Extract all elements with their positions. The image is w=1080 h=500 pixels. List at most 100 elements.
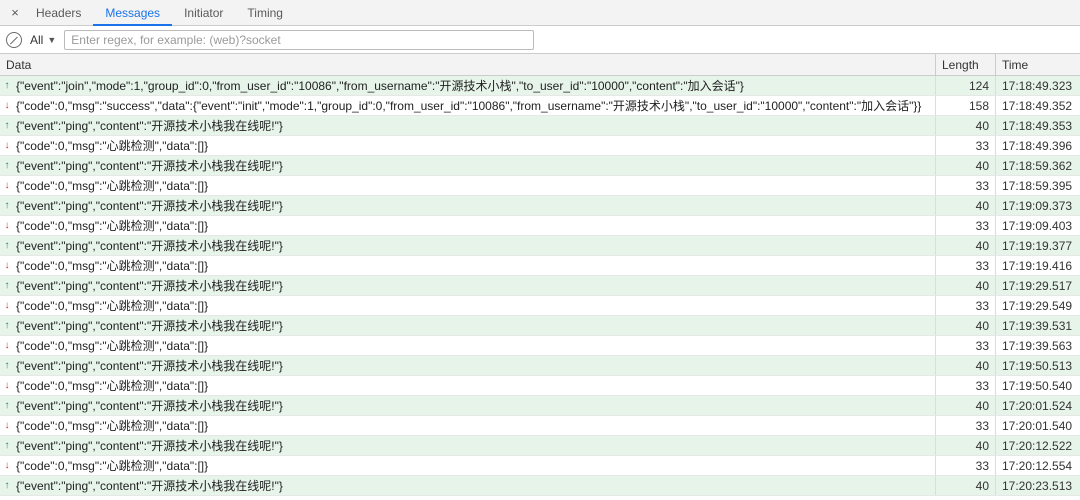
table-row[interactable]: ↑ {"event":"ping","content":"开源技术小栈我在线呢!"… [0, 116, 1080, 136]
table-row[interactable]: ↑{"event":"ping","content":"开源技术小栈我在线呢!"… [0, 316, 1080, 336]
table-row[interactable]: ↑{"event":"ping","content":"开源技术小栈我在线呢!"… [0, 476, 1080, 496]
message-text: {"event":"join","mode":1,"group_id":0,"f… [16, 77, 744, 94]
arrow-up-icon: ↑ [2, 81, 12, 91]
message-time-cell: 17:19:29.549 [996, 296, 1080, 315]
arrow-up-icon: ↑ [2, 361, 12, 371]
message-time-cell: 17:20:01.540 [996, 416, 1080, 435]
table-header: Data Length Time [0, 54, 1080, 76]
message-length-cell: 40 [936, 156, 996, 175]
table-row[interactable]: ↑ {"event":"join","mode":1,"group_id":0,"… [0, 76, 1080, 96]
message-time-cell: 17:19:09.373 [996, 196, 1080, 215]
message-text: {"event":"ping","content":"开源技术小栈我在线呢!"} [16, 237, 283, 254]
arrow-up-icon: ↑ [2, 241, 12, 251]
message-data-cell: ↑{"event":"ping","content":"开源技术小栈我在线呢!"… [0, 196, 936, 215]
column-length[interactable]: Length [936, 54, 996, 75]
arrow-up-icon: ↑ [2, 121, 12, 131]
message-data-cell: ↓ {"code":0,"msg":"心跳检测","data":[]} [0, 376, 936, 395]
arrow-down-icon: ↓ [2, 301, 12, 311]
message-data-cell: ↑ {"event":"ping","content":"开源技术小栈我在线呢!"… [0, 236, 936, 255]
close-icon[interactable]: × [6, 5, 24, 20]
tab-initiator[interactable]: Initiator [172, 0, 235, 26]
message-time-cell: 17:19:50.540 [996, 376, 1080, 395]
tab-timing[interactable]: Timing [235, 0, 295, 26]
message-length-cell: 40 [936, 356, 996, 375]
table-row[interactable]: ↑{"event":"ping","content":"开源技术小栈我在线呢!"… [0, 396, 1080, 416]
message-text: {"event":"ping","content":"开源技术小栈我在线呢!"} [16, 397, 283, 414]
message-text: {"event":"ping","content":"开源技术小栈我在线呢!"} [16, 277, 283, 294]
column-data[interactable]: Data [0, 54, 936, 75]
message-data-cell: ↓{"code":0,"msg":"心跳检测","data":[]} [0, 416, 936, 435]
message-length-cell: 158 [936, 96, 996, 115]
arrow-down-icon: ↓ [2, 381, 12, 391]
message-length-cell: 33 [936, 416, 996, 435]
table-row[interactable]: ↓{"code":0,"msg":"心跳检测","data":[]}3317:1… [0, 256, 1080, 276]
message-text: {"code":0,"msg":"心跳检测","data":[]} [16, 257, 208, 274]
message-time-cell: 17:20:23.513 [996, 476, 1080, 495]
message-time-cell: 17:19:29.517 [996, 276, 1080, 295]
message-text: {"event":"ping","content":"开源技术小栈我在线呢!"} [16, 117, 283, 134]
message-length-cell: 33 [936, 136, 996, 155]
table-row[interactable]: ↓{"code":0,"msg":"心跳检测","data":[]}3317:1… [0, 176, 1080, 196]
column-time[interactable]: Time [996, 54, 1080, 75]
message-length-cell: 33 [936, 336, 996, 355]
arrow-up-icon: ↑ [2, 161, 12, 171]
message-length-cell: 33 [936, 216, 996, 235]
arrow-up-icon: ↑ [2, 441, 12, 451]
messages-table-body[interactable]: ↑ {"event":"join","mode":1,"group_id":0,"… [0, 76, 1080, 500]
table-row[interactable]: ↑ {"event":"ping","content":"开源技术小栈我在线呢!"… [0, 156, 1080, 176]
message-data-cell: ↓{"code":0,"msg":"心跳检测","data":[]} [0, 296, 936, 315]
arrow-down-icon: ↓ [2, 221, 12, 231]
message-text: {"code":0,"msg":"心跳检测","data":[]} [16, 377, 208, 394]
message-data-cell: ↑{"event":"ping","content":"开源技术小栈我在线呢!"… [0, 356, 936, 375]
table-row[interactable]: ↓{"code":0,"msg":"心跳检测","data":[]}3317:1… [0, 296, 1080, 316]
message-time-cell: 17:18:49.353 [996, 116, 1080, 135]
table-row[interactable]: ↑{"event":"ping","content":"开源技术小栈我在线呢!"… [0, 356, 1080, 376]
message-data-cell: ↓{"code":0,"msg":"success","data":{"even… [0, 96, 936, 115]
arrow-down-icon: ↓ [2, 461, 12, 471]
message-data-cell: ↑{"event":"ping","content":"开源技术小栈我在线呢!"… [0, 436, 936, 455]
table-row[interactable]: ↓{"code":0,"msg":"success","data":{"even… [0, 96, 1080, 116]
table-row[interactable]: ↓{"code":0,"msg":"心跳检测","data":[]}3317:1… [0, 216, 1080, 236]
message-data-cell: ↓{"code":0,"msg":"心跳检测","data":[]} [0, 216, 936, 235]
message-length-cell: 40 [936, 276, 996, 295]
table-row[interactable]: ↑ {"event":"ping","content":"开源技术小栈我在线呢!"… [0, 276, 1080, 296]
table-row[interactable]: ↑ {"event":"ping","content":"开源技术小栈我在线呢!"… [0, 236, 1080, 256]
devtools-tabs: × Headers Messages Initiator Timing [0, 0, 1080, 26]
message-time-cell: 17:20:12.522 [996, 436, 1080, 455]
arrow-up-icon: ↑ [2, 281, 12, 291]
message-text: {"code":0,"msg":"心跳检测","data":[]} [16, 137, 208, 154]
message-data-cell: ↑{"event":"ping","content":"开源技术小栈我在线呢!"… [0, 396, 936, 415]
arrow-up-icon: ↑ [2, 201, 12, 211]
regex-input[interactable] [64, 30, 534, 50]
tab-messages[interactable]: Messages [93, 0, 172, 26]
message-data-cell: ↑ {"event":"ping","content":"开源技术小栈我在线呢!"… [0, 116, 936, 135]
table-row[interactable]: ↓{"code":0,"msg":"心跳检测","data":[]}3317:1… [0, 336, 1080, 356]
table-row[interactable]: ↑{"event":"ping","content":"开源技术小栈我在线呢!"… [0, 196, 1080, 216]
message-time-cell: 17:20:12.554 [996, 456, 1080, 475]
message-text: {"event":"ping","content":"开源技术小栈我在线呢!"} [16, 157, 283, 174]
table-row[interactable]: ↑{"event":"ping","content":"开源技术小栈我在线呢!"… [0, 436, 1080, 456]
arrow-up-icon: ↑ [2, 481, 12, 491]
table-row[interactable]: ↓{"code":0,"msg":"心跳检测","data":[]}3317:2… [0, 456, 1080, 476]
message-time-cell: 17:18:59.395 [996, 176, 1080, 195]
arrow-down-icon: ↓ [2, 181, 12, 191]
message-length-cell: 40 [936, 476, 996, 495]
arrow-up-icon: ↑ [2, 321, 12, 331]
table-row[interactable]: ↓ {"code":0,"msg":"心跳检测","data":[]} 3317:1… [0, 376, 1080, 396]
message-length-cell: 33 [936, 376, 996, 395]
table-row[interactable]: ↓{"code":0,"msg":"心跳检测","data":[]}3317:2… [0, 416, 1080, 436]
message-length-cell: 40 [936, 236, 996, 255]
message-data-cell: ↑ {"event":"join","mode":1,"group_id":0,"… [0, 76, 936, 95]
table-row[interactable]: ↓{"code":0,"msg":"心跳检测","data":[]}3317:1… [0, 136, 1080, 156]
message-text: {"code":0,"msg":"心跳检测","data":[]} [16, 337, 208, 354]
message-data-cell: ↑{"event":"ping","content":"开源技术小栈我在线呢!"… [0, 316, 936, 335]
arrow-down-icon: ↓ [2, 101, 12, 111]
filter-dropdown[interactable]: All ▼ [28, 33, 58, 47]
chevron-down-icon: ▼ [47, 35, 56, 45]
message-time-cell: 17:19:19.416 [996, 256, 1080, 275]
clear-icon[interactable] [6, 32, 22, 48]
message-time-cell: 17:19:09.403 [996, 216, 1080, 235]
filter-label: All [30, 33, 43, 47]
message-length-cell: 33 [936, 176, 996, 195]
tab-headers[interactable]: Headers [24, 0, 93, 26]
